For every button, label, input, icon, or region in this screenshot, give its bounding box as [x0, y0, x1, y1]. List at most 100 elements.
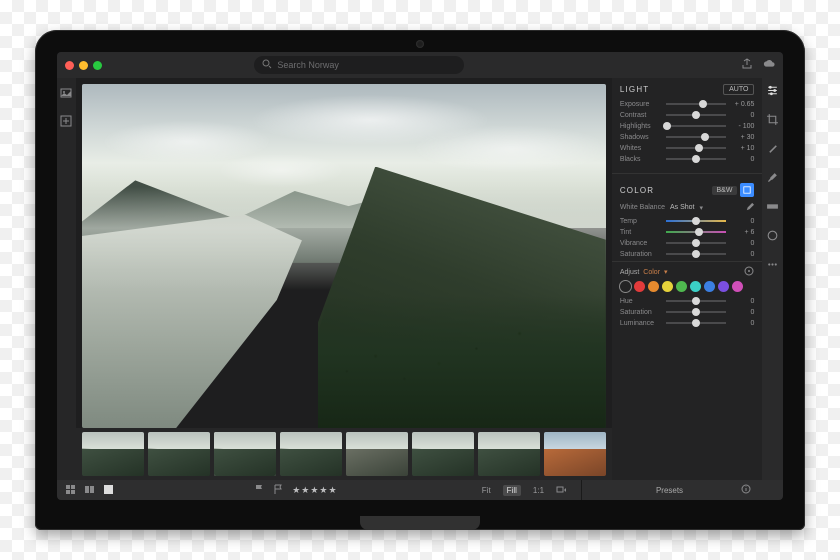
- adjust-mode[interactable]: Color: [643, 269, 660, 276]
- slider-value: 0: [730, 251, 754, 258]
- share-icon[interactable]: [741, 58, 753, 72]
- thumbnail[interactable]: [478, 432, 540, 476]
- color-swatch[interactable]: [704, 281, 715, 292]
- slider-track[interactable]: [666, 100, 727, 108]
- slider-track[interactable]: [666, 155, 727, 163]
- heal-icon[interactable]: [766, 142, 779, 160]
- slider-track[interactable]: [666, 228, 727, 236]
- thumbnail[interactable]: [82, 432, 144, 476]
- slider-vibrance[interactable]: Vibrance0: [620, 239, 755, 247]
- slider-track[interactable]: [666, 111, 727, 119]
- minimize-window-button[interactable]: [79, 61, 88, 70]
- slider-value: + 30: [730, 134, 754, 141]
- thumbnail[interactable]: [412, 432, 474, 476]
- slider-track[interactable]: [666, 239, 727, 247]
- eyedropper-icon[interactable]: [745, 202, 754, 213]
- flag-icon[interactable]: [254, 484, 265, 497]
- slider-blacks[interactable]: Blacks0: [620, 155, 755, 163]
- slider-label: Highlights: [620, 123, 662, 130]
- crop-icon[interactable]: [766, 113, 779, 131]
- color-swatch[interactable]: [690, 281, 701, 292]
- slider-saturation[interactable]: Saturation0: [620, 250, 755, 258]
- reject-flag-icon[interactable]: [273, 484, 284, 497]
- radial-gradient-icon[interactable]: [766, 229, 779, 247]
- color-swatches: [620, 281, 755, 292]
- chevron-down-icon[interactable]: ▾: [699, 204, 703, 212]
- slider-track[interactable]: [666, 144, 727, 152]
- slider-track[interactable]: [666, 319, 727, 327]
- brush-icon[interactable]: [766, 171, 779, 189]
- color-swatch[interactable]: [676, 281, 687, 292]
- color-swatch[interactable]: [648, 281, 659, 292]
- slider-value: 0: [730, 298, 754, 305]
- photo-canvas[interactable]: [76, 78, 612, 428]
- color-profile-button[interactable]: [740, 183, 754, 197]
- wb-value[interactable]: As Shot: [670, 204, 695, 211]
- fullscreen-window-button[interactable]: [93, 61, 102, 70]
- laptop-hinge: [360, 516, 480, 530]
- info-icon[interactable]: [741, 484, 751, 496]
- color-swatch[interactable]: [634, 281, 645, 292]
- slider-track[interactable]: [666, 217, 727, 225]
- close-window-button[interactable]: [65, 61, 74, 70]
- cloud-icon[interactable]: [763, 58, 775, 72]
- color-title: COLOR: [620, 186, 654, 195]
- bw-button[interactable]: B&W: [712, 186, 738, 195]
- edit-sliders-icon[interactable]: [766, 84, 779, 102]
- thumbnail[interactable]: [148, 432, 210, 476]
- swatch-all[interactable]: [620, 281, 631, 292]
- thumbnail[interactable]: [346, 432, 408, 476]
- slider-temp[interactable]: Temp0: [620, 217, 755, 225]
- my-photos-icon[interactable]: [60, 86, 72, 104]
- laptop-camera: [416, 40, 424, 48]
- presets-bar[interactable]: Presets: [581, 480, 757, 500]
- slider-saturation[interactable]: Saturation0: [620, 308, 755, 316]
- slider-track[interactable]: [666, 133, 727, 141]
- rating-stars[interactable]: ★★★★★: [292, 485, 337, 496]
- search-input[interactable]: Search Norway: [254, 56, 464, 74]
- color-swatch[interactable]: [718, 281, 729, 292]
- grid-view-icon[interactable]: [65, 484, 76, 497]
- color-swatch[interactable]: [662, 281, 673, 292]
- slider-shadows[interactable]: Shadows+ 30: [620, 133, 755, 141]
- auto-button[interactable]: AUTO: [723, 84, 754, 95]
- add-icon[interactable]: [60, 114, 72, 132]
- color-swatch[interactable]: [732, 281, 743, 292]
- slider-track[interactable]: [666, 250, 727, 258]
- slider-label: Hue: [620, 298, 662, 305]
- slider-contrast[interactable]: Contrast0: [620, 111, 755, 119]
- fit-button[interactable]: Fit: [478, 485, 495, 496]
- slider-hue[interactable]: Hue 0: [620, 297, 755, 305]
- thumbnail[interactable]: [544, 432, 606, 476]
- slider-luminance[interactable]: Luminance0: [620, 319, 755, 327]
- left-rail: [57, 78, 76, 480]
- chevron-down-icon[interactable]: ▾: [664, 268, 668, 276]
- linear-gradient-icon[interactable]: [766, 200, 779, 218]
- one-to-one-button[interactable]: 1:1: [529, 485, 548, 496]
- slider-tint[interactable]: Tint + 6: [620, 228, 755, 236]
- slider-exposure[interactable]: Exposure+ 0.65: [620, 100, 755, 108]
- zoom-dropdown-icon[interactable]: [556, 484, 567, 497]
- presets-label: Presets: [656, 486, 683, 495]
- slider-track[interactable]: [666, 122, 727, 130]
- filmstrip: [76, 428, 612, 480]
- slider-value: 0: [730, 112, 754, 119]
- more-icon[interactable]: [766, 258, 779, 276]
- slider-value: + 6: [730, 229, 754, 236]
- light-title: LIGHT: [620, 85, 650, 94]
- detail-view-icon[interactable]: [103, 484, 114, 497]
- app-window: Search Norway: [57, 52, 783, 500]
- slider-whites[interactable]: Whites+ 10: [620, 144, 755, 152]
- slider-label: Tint: [620, 229, 662, 236]
- compare-view-icon[interactable]: [84, 484, 95, 497]
- slider-track[interactable]: [666, 297, 727, 305]
- main-area: [76, 78, 612, 480]
- slider-value: + 0.65: [730, 101, 754, 108]
- target-adjust-icon[interactable]: [744, 266, 754, 278]
- slider-track[interactable]: [666, 308, 727, 316]
- thumbnail[interactable]: [280, 432, 342, 476]
- slider-label: Temp: [620, 218, 662, 225]
- thumbnail-selected[interactable]: [214, 432, 276, 476]
- fill-button[interactable]: Fill: [503, 485, 521, 496]
- slider-highlights[interactable]: Highlights- 100: [620, 122, 755, 130]
